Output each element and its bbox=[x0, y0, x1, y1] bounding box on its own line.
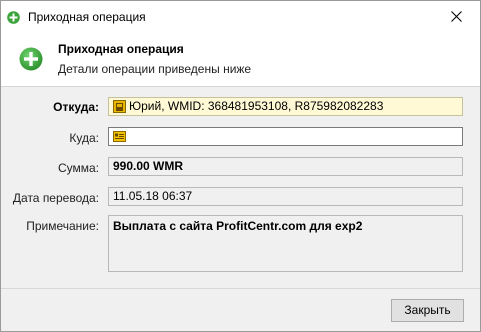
id-card-icon bbox=[113, 131, 126, 142]
amount-field: 990.00 WMR bbox=[108, 157, 463, 176]
transaction-dialog: Приходная операция Приходная операция Де… bbox=[0, 0, 481, 332]
wallet-icon bbox=[113, 100, 126, 113]
title-bar: Приходная операция bbox=[1, 1, 480, 32]
amount-label: Сумма: bbox=[57, 161, 99, 175]
plus-circle-icon bbox=[7, 11, 20, 24]
close-button[interactable]: Закрыть bbox=[391, 299, 464, 322]
from-field[interactable]: Юрий, WMID: 368481953108, R875982082283 bbox=[108, 97, 463, 116]
date-field: 11.05.18 06:37 bbox=[108, 187, 463, 206]
close-icon bbox=[451, 11, 462, 22]
header-panel: Приходная операция Детали операции приве… bbox=[1, 32, 480, 87]
header-title: Приходная операция bbox=[58, 42, 184, 56]
date-value: 11.05.18 06:37 bbox=[113, 189, 193, 203]
window-title: Приходная операция bbox=[28, 10, 146, 24]
from-label: Откуда: bbox=[53, 100, 99, 114]
footer: Закрыть bbox=[1, 289, 480, 331]
note-field: Выплата с сайта ProfitCentr.com для exp2 bbox=[108, 215, 463, 272]
note-value: Выплата с сайта ProfitCentr.com для exp2 bbox=[113, 219, 363, 233]
close-window-button[interactable] bbox=[434, 1, 480, 32]
amount-value: 990.00 WMR bbox=[113, 159, 184, 173]
to-label: Куда: bbox=[69, 131, 99, 145]
plus-circle-icon bbox=[19, 47, 43, 71]
to-field[interactable] bbox=[108, 127, 463, 146]
from-value: Юрий, WMID: 368481953108, R875982082283 bbox=[129, 99, 384, 113]
date-label: Дата перевода: bbox=[12, 191, 99, 205]
header-subtitle: Детали операции приведены ниже bbox=[58, 62, 252, 76]
note-label: Примечание: bbox=[26, 219, 99, 233]
